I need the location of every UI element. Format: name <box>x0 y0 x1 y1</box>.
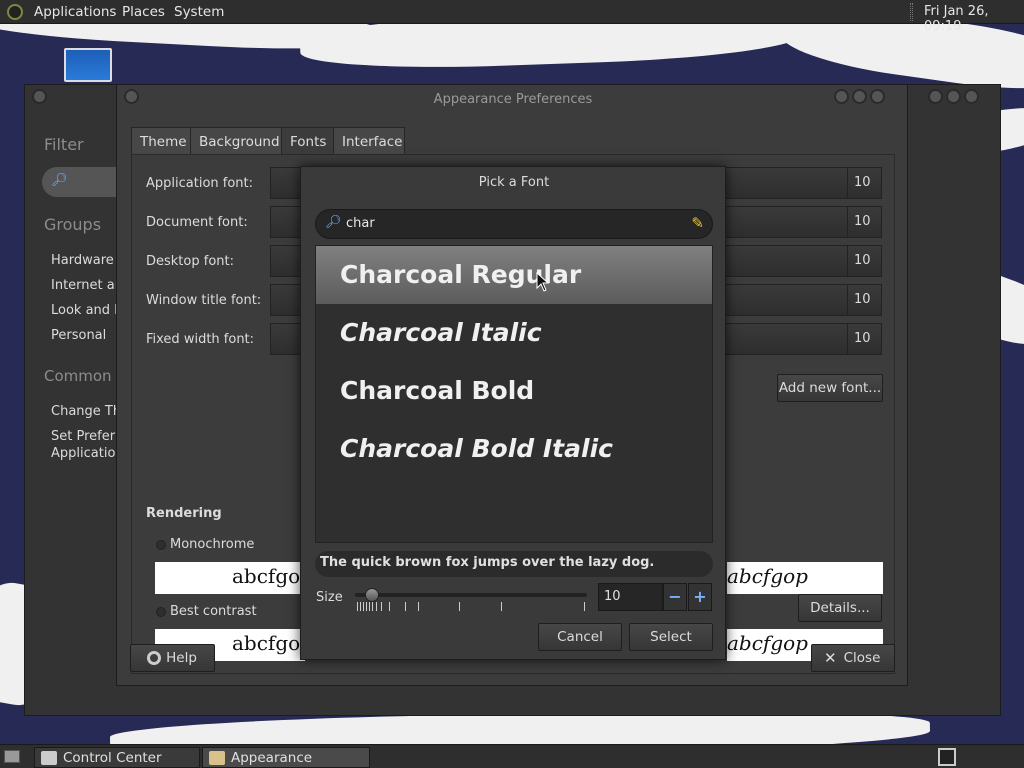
common-tasks-label: Common T <box>44 367 126 385</box>
menu-places[interactable]: Places <box>122 4 165 20</box>
common-task-item[interactable]: Change Th <box>51 404 121 419</box>
menu-applications[interactable]: Applications <box>34 4 116 20</box>
decrease-size-button[interactable]: − <box>663 583 687 611</box>
group-item[interactable]: Hardware <box>51 253 114 268</box>
close-icon: ✕ <box>824 649 837 667</box>
desktop-font-label: Desktop font: <box>146 254 234 269</box>
font-list-item[interactable]: Charcoal Regular <box>316 246 712 304</box>
monochrome-sample-left[interactable]: abcfgop <box>155 562 313 594</box>
group-item[interactable]: Look and F <box>51 303 122 318</box>
font-size: 10 <box>847 285 881 315</box>
bottom-panel: Control Center Appearance Prefere... <box>0 744 1024 768</box>
groups-label: Groups <box>44 215 102 234</box>
tab-theme[interactable]: Theme <box>131 127 191 156</box>
slider-knob[interactable] <box>365 588 379 602</box>
monochrome-radio[interactable] <box>156 540 166 550</box>
rendering-heading: Rendering <box>146 506 222 521</box>
font-size: 10 <box>847 246 881 276</box>
font-search-input[interactable]: 🔎︎ char ✎ <box>315 209 713 239</box>
control-center-icon <box>41 751 57 765</box>
top-panel: Applications Places System Fri Jan 26, 0… <box>0 0 1024 34</box>
group-item[interactable]: Internet an <box>51 278 123 293</box>
best-contrast-label[interactable]: Best contrast <box>170 604 257 619</box>
taskbar-label: Control Center <box>63 750 162 766</box>
cancel-button[interactable]: Cancel <box>538 623 622 651</box>
select-button[interactable]: Select <box>629 623 713 651</box>
menu-system[interactable]: System <box>174 4 224 20</box>
window-title: Appearance Preferences <box>433 92 593 107</box>
font-size: 10 <box>847 324 881 354</box>
search-icon: 🔎︎ <box>51 173 68 188</box>
tab-background[interactable]: Background <box>190 127 282 156</box>
monochrome-sample-right[interactable]: abcfgop <box>727 562 883 594</box>
search-icon: 🔎︎ <box>325 215 342 230</box>
filter-search-input[interactable]: 🔎︎ <box>42 167 122 197</box>
window-controls[interactable] <box>831 89 885 108</box>
font-list-item[interactable]: Charcoal Bold Italic <box>316 420 712 478</box>
monochrome-label[interactable]: Monochrome <box>170 537 254 552</box>
add-new-font-button[interactable]: Add new font... <box>777 374 883 402</box>
window-controls[interactable] <box>925 89 979 108</box>
clock[interactable]: Fri Jan 26, 09:19 <box>924 4 1024 34</box>
details-button[interactable]: Details... <box>798 594 882 622</box>
font-list-item[interactable]: Charcoal Italic <box>316 304 712 362</box>
distro-logo-icon[interactable] <box>7 4 23 20</box>
size-slider[interactable] <box>355 588 587 617</box>
font-list-item[interactable]: Charcoal Bold <box>316 362 712 420</box>
show-desktop-icon[interactable] <box>4 750 20 763</box>
document-font-label: Document font: <box>146 215 248 230</box>
taskbar-appearance-preferences[interactable]: Appearance Prefere... <box>202 747 370 768</box>
close-label: Close <box>843 650 881 666</box>
font-size: 10 <box>847 168 881 198</box>
application-font-label: Application font: <box>146 176 254 191</box>
taskbar-control-center[interactable]: Control Center <box>34 747 200 768</box>
group-item[interactable]: Personal <box>51 328 106 343</box>
search-query: char <box>346 216 375 231</box>
fixed-width-font-label: Fixed width font: <box>146 332 255 347</box>
common-task-item[interactable]: Application <box>51 446 124 461</box>
appearance-icon <box>209 751 225 765</box>
window-title-font-label: Window title font: <box>146 293 262 308</box>
taskbar-label: Appearance Prefere... <box>231 750 313 768</box>
increase-size-button[interactable]: + <box>688 583 712 611</box>
tab-fonts[interactable]: Fonts <box>281 127 334 156</box>
pick-font-dialog: Pick a Font 🔎︎ char ✎ Charcoal Regular C… <box>300 166 726 660</box>
dialog-title: Pick a Font <box>478 175 550 190</box>
slider-track <box>355 593 587 597</box>
close-button[interactable]: ✕ Close <box>811 644 895 672</box>
font-list[interactable]: Charcoal Regular Charcoal Italic Charcoa… <box>315 245 713 543</box>
workspace-switcher-icon[interactable] <box>938 748 956 766</box>
window-menu-icon[interactable] <box>29 89 47 108</box>
clear-broom-icon[interactable]: ✎ <box>691 214 704 232</box>
panel-separator <box>910 3 913 21</box>
help-lifebuoy-icon <box>147 651 161 665</box>
computer-desktop-icon[interactable] <box>64 48 112 82</box>
mouse-pointer-icon <box>536 272 550 292</box>
font-size: 10 <box>847 207 881 237</box>
size-spinbox[interactable]: 10 <box>598 583 663 611</box>
filter-label: Filter <box>44 135 84 154</box>
font-preview: The quick brown fox jumps over the lazy … <box>315 551 713 577</box>
best-contrast-radio[interactable] <box>156 607 166 617</box>
help-button[interactable]: Help <box>130 644 215 672</box>
size-label: Size <box>316 590 343 605</box>
help-label: Help <box>166 650 197 666</box>
tab-interface[interactable]: Interface <box>333 127 405 156</box>
